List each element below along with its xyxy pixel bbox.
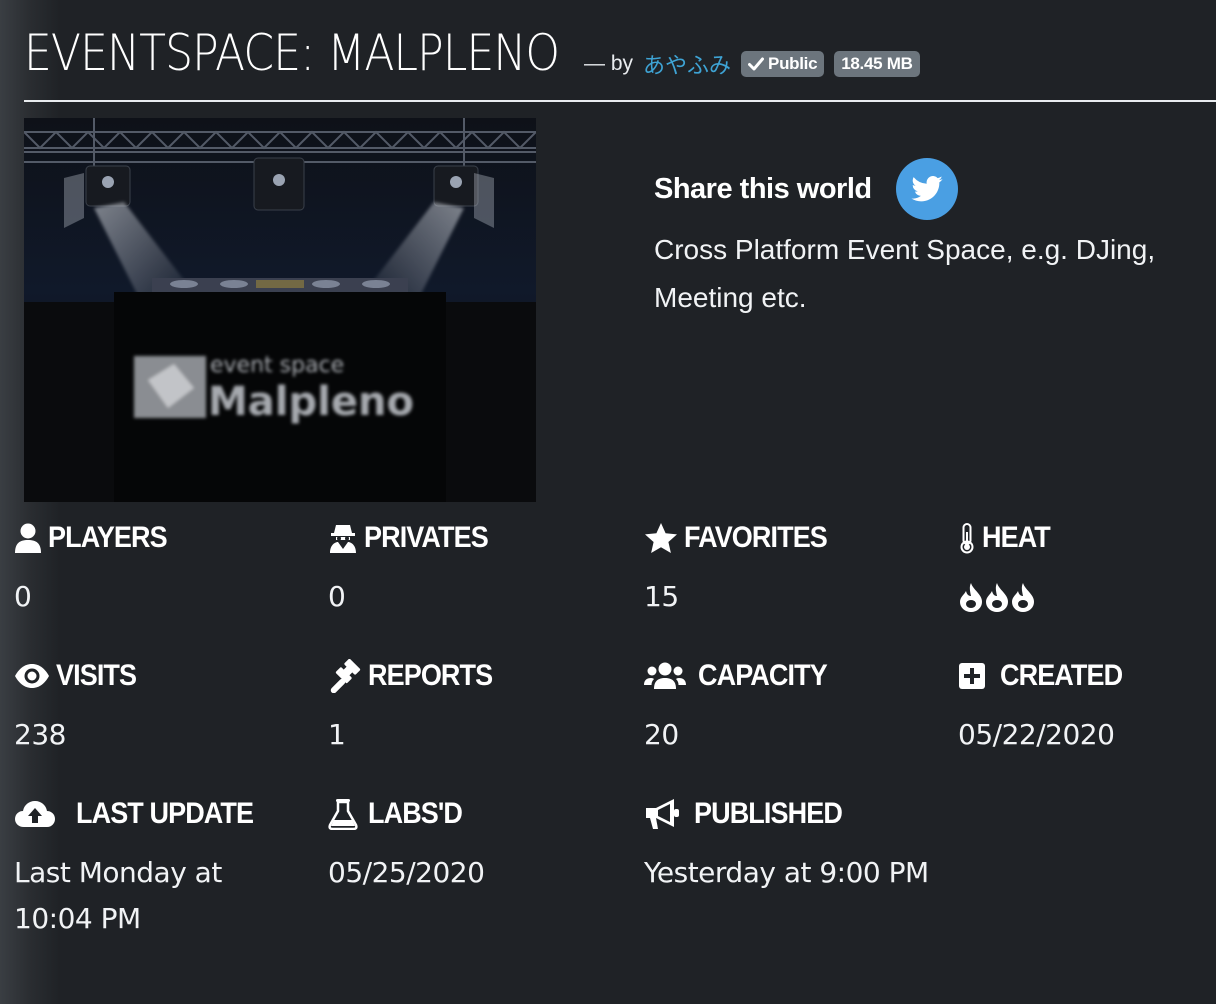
stat-privates: PRIVATES 0 [328,518,618,620]
plus-square-icon [958,662,986,690]
share-section: Share this world Cross Platform Event Sp… [654,158,1174,322]
stat-favorites: FAVORITES 15 [644,518,934,620]
stat-visits-label: VISITS [56,659,137,692]
visibility-badge: Public [741,51,825,77]
stat-players: PLAYERS 0 [14,518,304,620]
thermometer-icon [958,522,976,554]
stat-capacity-value: 20 [644,718,679,751]
stat-favorites-label: FAVORITES [684,521,828,554]
stat-created: CREATED 05/22/2020 [958,656,1216,758]
flame-icon [984,582,1010,612]
stat-labsd-value: 05/25/2020 [328,856,485,889]
twitter-share-button[interactable] [895,158,958,220]
stat-heat-label: HEAT [982,521,1051,554]
visibility-label: Public [768,54,818,73]
flame-icon [958,582,984,612]
twitter-icon [911,176,943,202]
file-size-badge: 18.45 MB [834,51,920,77]
user-secret-icon [328,523,358,553]
stat-visits: VISITS 238 [14,656,304,758]
stat-reports-label: REPORTS [368,659,493,692]
stat-created-label: CREATED [1000,659,1123,692]
bullhorn-icon [644,797,680,831]
stat-published: PUBLISHED Yesterday at 9:00 PM [644,794,934,896]
stat-privates-label: PRIVATES [364,521,489,554]
users-icon [644,661,686,691]
stat-last-update: LAST UPDATE Last Monday at 10:04 PM [14,794,304,942]
stat-heat: HEAT [958,518,1216,620]
stat-favorites-value: 15 [644,580,679,613]
thumbnail-line1: event space [210,353,344,378]
stat-labsd-label: LABS'D [368,797,463,830]
stat-reports: REPORTS 1 [328,656,618,758]
gavel-icon [328,659,362,693]
stat-privates-value: 0 [328,580,346,613]
thumbnail-line2: Malpleno [208,379,414,425]
stat-published-value: Yesterday at 9:00 PM [644,856,929,889]
star-icon [644,522,678,554]
author-link[interactable]: あやふみ [643,48,731,80]
world-title: EVENTSPACE: MALPLENO [24,24,560,82]
stat-last-update-label: LAST UPDATE [76,797,254,830]
stat-last-update-value: Last Monday at 10:04 PM [14,856,222,935]
world-description: Cross Platform Event Space, e.g. DJing, … [654,234,1156,313]
world-thumbnail[interactable]: event space Malpleno [24,118,536,502]
eye-icon [14,663,50,689]
stat-labsd: LABS'D 05/25/2020 [328,794,618,896]
check-icon [748,57,765,71]
heat-meter [958,574,1216,620]
stat-reports-value: 1 [328,718,346,751]
stat-players-value: 0 [14,580,32,613]
user-icon [14,523,42,553]
world-page: EVENTSPACE: MALPLENO — by あやふみ Public 18… [0,0,1216,1004]
stat-created-value: 05/22/2020 [958,718,1115,751]
stat-players-label: PLAYERS [48,521,168,554]
share-title: Share this world [654,172,872,205]
stat-capacity: CAPACITY 20 [644,656,934,758]
stat-visits-value: 238 [14,718,66,751]
by-text: — by [584,52,634,75]
flame-icon [1010,582,1036,612]
cloud-upload-icon [14,799,56,829]
world-meta: — by あやふみ Public 18.45 MB [584,48,920,80]
flask-icon [328,798,358,830]
stat-capacity-label: CAPACITY [698,659,828,692]
world-header: EVENTSPACE: MALPLENO — by あやふみ Public 18… [24,22,1216,102]
stat-published-label: PUBLISHED [694,797,843,830]
